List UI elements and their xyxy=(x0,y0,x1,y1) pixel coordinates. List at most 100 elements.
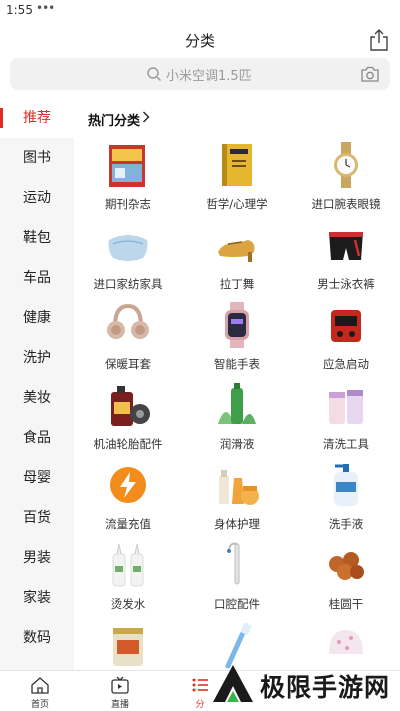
category-item[interactable]: 流量充值 xyxy=(74,460,182,540)
sidebar-item-label: 图书 xyxy=(23,150,51,166)
nav-item[interactable]: 首页 xyxy=(0,671,80,711)
active-indicator xyxy=(0,108,3,128)
category-item-label: 期刊杂志 xyxy=(105,197,151,211)
hand-soap-icon xyxy=(334,464,358,506)
nav-item[interactable]: 直播 xyxy=(80,671,160,711)
camera-icon[interactable] xyxy=(360,65,380,83)
share-icon[interactable] xyxy=(368,28,390,52)
category-item[interactable]: 进口腕表眼镜 xyxy=(292,140,400,220)
sidebar-item-label: 食品 xyxy=(23,430,51,446)
body-care-icon xyxy=(219,470,259,505)
status-dots: ••• xyxy=(36,1,55,15)
sidebar-item-label: 健康 xyxy=(23,310,51,326)
nav-item-label: 直播 xyxy=(110,700,129,710)
category-item-label: 清洗工具 xyxy=(323,437,369,451)
category-item[interactable]: 烫发水 xyxy=(74,540,182,620)
category-item-label: 润滑液 xyxy=(219,437,255,451)
jump-starter-icon xyxy=(331,310,361,342)
dried-longan-icon xyxy=(329,552,364,580)
canned-food-icon xyxy=(113,628,143,666)
sidebar-item[interactable]: 食品 xyxy=(0,418,74,458)
tv-icon xyxy=(111,676,129,694)
sidebar-item-label: 运动 xyxy=(23,190,51,206)
sidebar-item[interactable]: 洗护 xyxy=(0,338,74,378)
pillow-icon xyxy=(108,235,148,261)
category-item[interactable]: 洗手液 xyxy=(292,460,400,540)
category-item-label: 保暖耳套 xyxy=(105,357,151,371)
search-bar[interactable]: 小米空调1.5匹 xyxy=(10,58,390,90)
category-item[interactable]: 拉丁舞 xyxy=(183,220,291,300)
lubricant-icon xyxy=(218,383,256,424)
sidebar-item[interactable]: 百货 xyxy=(0,498,74,538)
sidebar-item[interactable]: 车品 xyxy=(0,258,74,298)
category-item-label: 身体护理 xyxy=(214,517,260,531)
category-item-label: 应急启动 xyxy=(323,357,369,371)
category-content: 热门分类 期刊杂志 哲学/心理学 进口腕表眼镜进口家纺家具 拉丁舞 男士泳衣裤保暖耳套 智… xyxy=(74,98,400,670)
sidebar-item[interactable]: 运动 xyxy=(0,178,74,218)
sidebar-item[interactable]: 数码 xyxy=(0,618,74,658)
earmuff-icon xyxy=(107,303,149,339)
motor-oil-icon xyxy=(111,386,150,426)
sidebar-item-label: 美妆 xyxy=(23,390,51,406)
category-item[interactable]: 身体护理 xyxy=(183,460,291,540)
sidebar-item[interactable]: 家装 xyxy=(0,578,74,618)
magazine-icon xyxy=(109,145,145,187)
category-item-label: 口腔配件 xyxy=(214,597,260,611)
status-bar: 1:55 ••• xyxy=(0,0,400,22)
watermark-text: 极限手游网 xyxy=(260,673,391,702)
sidebar-item[interactable]: 鞋包 xyxy=(0,218,74,258)
sidebar-item-label: 家装 xyxy=(23,590,51,606)
category-item[interactable]: 机油轮胎配件 xyxy=(74,380,182,460)
sidebar-item-label: 鞋包 xyxy=(23,230,51,246)
nav-item-label: 首页 xyxy=(30,700,49,710)
category-item-label: 进口家纺家具 xyxy=(93,277,163,291)
category-item-label: 哲学/心理学 xyxy=(206,197,268,211)
list-icon xyxy=(192,678,208,692)
section-title-hot[interactable]: 热门分类 xyxy=(88,110,140,129)
sidebar-item[interactable]: 推荐 xyxy=(0,98,74,138)
sidebar-item-label: 男装 xyxy=(23,550,51,566)
sidebar-item[interactable]: 图书 xyxy=(0,138,74,178)
book-icon xyxy=(222,144,252,186)
category-item-label: 流量充值 xyxy=(105,517,151,531)
category-item-label: 洗手液 xyxy=(328,517,364,531)
category-item[interactable]: 口腔配件 xyxy=(183,540,291,620)
chevron-right-icon[interactable] xyxy=(142,111,150,123)
category-item[interactable]: 清洗工具 xyxy=(292,380,400,460)
category-item-label: 机油轮胎配件 xyxy=(93,437,163,451)
sidebar-item[interactable]: 母婴 xyxy=(0,458,74,498)
category-sidebar: 推荐图书运动鞋包车品健康洗护美妆食品母婴百货男装家装数码 xyxy=(0,98,74,670)
category-item-label: 拉丁舞 xyxy=(219,277,255,291)
sidebar-item[interactable]: 男装 xyxy=(0,538,74,578)
category-item[interactable]: 桂圆干 xyxy=(292,540,400,620)
category-item[interactable]: 哲学/心理学 xyxy=(183,140,291,220)
category-item[interactable]: 智能手表 xyxy=(183,300,291,380)
sidebar-item-label: 车品 xyxy=(23,270,51,286)
status-time: 1:55 xyxy=(6,3,33,17)
category-item[interactable]: 润滑液 xyxy=(183,380,291,460)
category-item[interactable]: 期刊杂志 xyxy=(74,140,182,220)
category-item[interactable]: 进口家纺家具 xyxy=(74,220,182,300)
perm-lotion-icon xyxy=(112,543,144,587)
dance-shoe-icon xyxy=(218,240,255,262)
category-item-label: 智能手表 xyxy=(214,357,260,371)
sidebar-item-label: 洗护 xyxy=(23,350,51,366)
lightning-icon xyxy=(110,467,146,503)
category-item[interactable]: 男士泳衣裤 xyxy=(292,220,400,300)
page-title: 分类 xyxy=(184,32,215,50)
cleaning-jar-icon xyxy=(329,390,363,424)
watermark-logo: 极限手游网 xyxy=(208,660,398,710)
category-item[interactable] xyxy=(74,620,182,670)
watch-icon xyxy=(334,142,358,188)
sidebar-item-label: 母婴 xyxy=(23,470,51,486)
sidebar-item-label: 数码 xyxy=(23,630,51,646)
category-item-label: 男士泳衣裤 xyxy=(317,277,375,291)
category-item-label: 桂圆干 xyxy=(328,597,364,611)
sidebar-item[interactable]: 健康 xyxy=(0,298,74,338)
sidebar-item-label: 推荐 xyxy=(23,110,51,126)
watermark-emblem-icon xyxy=(213,665,253,702)
swim-trunks-icon xyxy=(329,232,363,260)
category-item[interactable]: 保暖耳套 xyxy=(74,300,182,380)
category-item[interactable]: 应急启动 xyxy=(292,300,400,380)
sidebar-item[interactable]: 美妆 xyxy=(0,378,74,418)
